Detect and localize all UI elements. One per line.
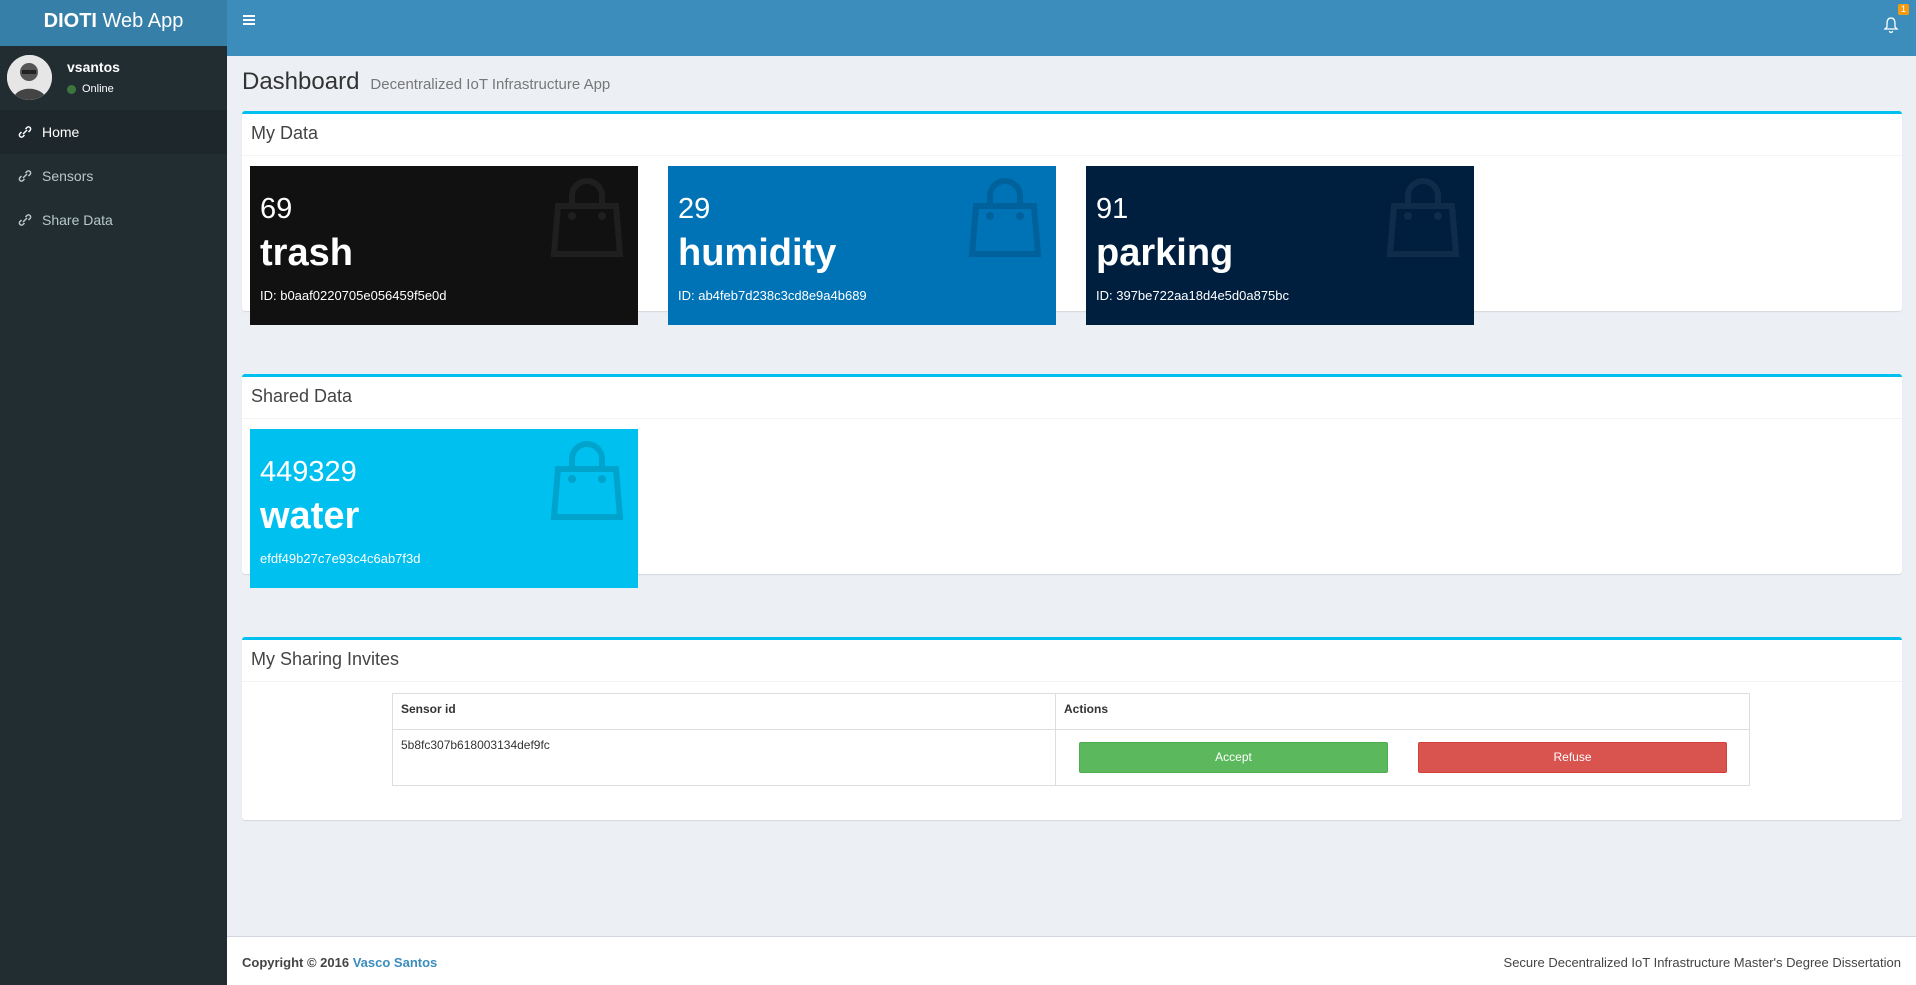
notification-count-badge: 1 [1897, 4, 1909, 15]
author-link[interactable]: Vasco Santos [353, 955, 438, 970]
my-data-box: My Data 69 trash ID: b0aaf0220705e056459… [242, 111, 1902, 325]
bell-icon[interactable] [1883, 16, 1899, 34]
sidebar-item-sensors[interactable]: Sensors [0, 154, 227, 198]
box-title: Shared Data [242, 377, 1902, 419]
user-name: vsantos [67, 59, 120, 75]
sensor-id-cell: 5b8fc307b618003134def9fc [392, 729, 1056, 786]
data-tile-humidity[interactable]: 29 humidity ID: ab4feb7d238c3cd8e9a4b689 [668, 166, 1056, 325]
tile-id: efdf49b27c7e93c4c6ab7f3d [260, 551, 421, 566]
accept-button[interactable]: Accept [1079, 742, 1388, 773]
app-logo[interactable]: DIOTI Web App [0, 0, 227, 46]
tile-id: ID: b0aaf0220705e056459f5e0d [260, 288, 447, 303]
shopping-bag-icon [1386, 178, 1460, 257]
sidebar-item-label: Home [42, 124, 80, 140]
data-tile-parking[interactable]: 91 parking ID: 397be722aa18d4e5d0a875bc [1086, 166, 1474, 325]
tile-count: 91 [1096, 193, 1129, 225]
tile-count: 29 [678, 193, 711, 225]
page-subtitle: Decentralized IoT Infrastructure App [370, 76, 611, 93]
box-title: My Data [242, 114, 1902, 156]
user-status: Online [67, 83, 114, 95]
copyright-text: Copyright © 2016 [242, 955, 353, 970]
data-tile-trash[interactable]: 69 trash ID: b0aaf0220705e056459f5e0d [250, 166, 638, 325]
sidebar-item-home[interactable]: Home [0, 110, 227, 154]
avatar [7, 55, 52, 100]
tile-count: 449329 [260, 456, 357, 488]
hamburger-menu-icon[interactable] [242, 12, 258, 28]
sidebar-item-share-data[interactable]: Share Data [0, 198, 227, 242]
tile-id: ID: 397be722aa18d4e5d0a875bc [1096, 288, 1290, 303]
main-content: Dashboard Decentralized IoT Infrastructu… [227, 56, 1916, 936]
table-row: 5b8fc307b618003134def9fc Accept Refuse [392, 729, 1750, 786]
box-title: My Sharing Invites [242, 640, 1902, 682]
user-panel: vsantos Online [0, 46, 227, 110]
top-navbar: 1 [227, 0, 1916, 56]
footer: Copyright © 2016 Vasco Santos Secure Dec… [227, 936, 1916, 985]
tile-count: 69 [260, 193, 293, 225]
link-icon [18, 214, 32, 226]
tile-name: water [260, 495, 360, 537]
logo-text: Web App [96, 10, 184, 32]
link-icon [18, 126, 32, 138]
sidebar-item-label: Sensors [42, 168, 94, 184]
tile-id: ID: ab4feb7d238c3cd8e9a4b689 [678, 288, 867, 303]
refuse-button[interactable]: Refuse [1418, 742, 1727, 773]
tile-name: trash [260, 232, 353, 274]
link-icon [18, 170, 32, 182]
sidebar: DIOTI Web App vsantos Online Home Sensor… [0, 0, 227, 985]
data-tile-water[interactable]: 449329 water efdf49b27c7e93c4c6ab7f3d [250, 429, 638, 588]
online-dot-icon [67, 84, 76, 94]
invites-table: Sensor id Actions 5b8fc307b618003134def9… [392, 693, 1750, 786]
tile-name: parking [1096, 232, 1234, 274]
shopping-bag-icon [550, 441, 624, 520]
footer-copyright: Copyright © 2016 Vasco Santos [242, 955, 437, 970]
user-status-label: Online [82, 83, 114, 95]
actions-cell: Accept Refuse [1055, 729, 1750, 786]
page-header: Dashboard Decentralized IoT Infrastructu… [242, 68, 610, 96]
tile-name: humidity [678, 232, 837, 274]
shopping-bag-icon [550, 178, 624, 257]
sidebar-menu: Home Sensors Share Data [0, 110, 227, 242]
column-header-sensor-id: Sensor id [392, 693, 1056, 730]
footer-tagline: Secure Decentralized IoT Infrastructure … [1503, 955, 1901, 970]
logo-bold: DIOTI [43, 10, 97, 32]
column-header-actions: Actions [1055, 693, 1750, 730]
shopping-bag-icon [968, 178, 1042, 257]
shared-data-box: Shared Data 449329 water efdf49b27c7e93c… [242, 374, 1902, 588]
page-title: Dashboard [242, 68, 360, 95]
sidebar-item-label: Share Data [42, 212, 113, 228]
sharing-invites-box: My Sharing Invites Sensor id Actions 5b8… [242, 637, 1902, 820]
